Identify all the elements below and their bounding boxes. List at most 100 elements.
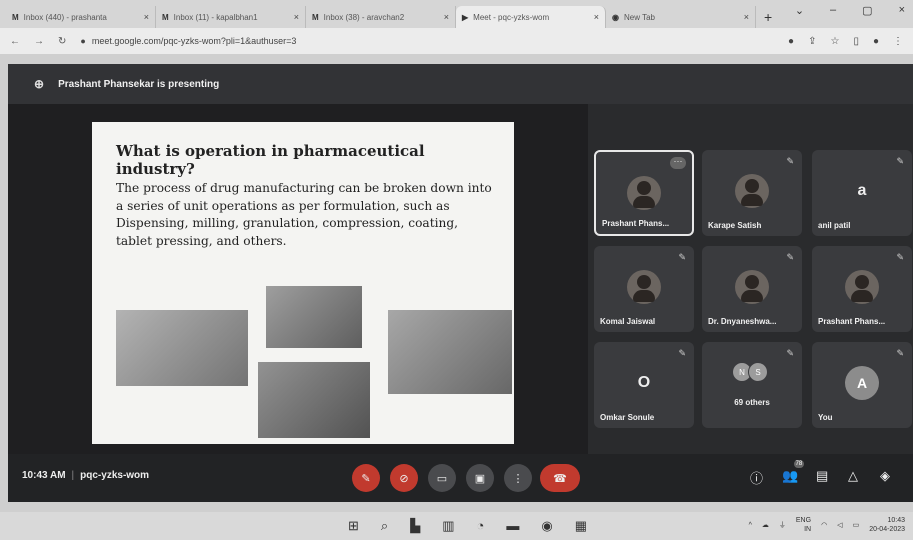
slide-image-tablets <box>266 286 362 348</box>
browser-tab[interactable]: M Inbox (11) - kapalbhan1 × <box>156 6 306 28</box>
wifi-icon[interactable]: ◠ <box>821 521 827 529</box>
maximize-button[interactable]: ▢ <box>862 4 872 17</box>
clock-date: 20-04-2023 <box>869 526 905 533</box>
slide-body: The process of drug manufacturing can be… <box>116 181 492 248</box>
slide-image-coating <box>258 362 370 438</box>
camera-toggle-button[interactable]: ⊘ <box>390 464 418 492</box>
clock-time: 10:43 <box>887 517 905 524</box>
cloud-icon[interactable]: ☁ <box>762 521 769 529</box>
participant-tile[interactable]: ✎ Dr. Dnyaneshwa... <box>702 246 802 332</box>
participant-name: Karape Satish <box>708 221 762 230</box>
participant-tile[interactable]: ✎ O Omkar Sonule <box>594 342 694 428</box>
captions-button[interactable]: ▭ <box>428 464 456 492</box>
side-panel-icon[interactable]: ▯ <box>853 36 859 47</box>
participant-tile[interactable]: ✎ a anil patil <box>812 150 912 236</box>
leave-call-button[interactable]: ☎ <box>540 464 580 492</box>
more-options-icon[interactable]: ··· <box>670 157 686 169</box>
avatar <box>627 176 661 210</box>
people-icon[interactable]: 👥 78 <box>782 460 805 484</box>
participant-tile[interactable]: ✎ Prashant Phans... <box>812 246 912 332</box>
mic-off-icon: ✎ <box>786 156 794 166</box>
close-tab-icon[interactable]: × <box>294 12 299 22</box>
os-taskbar: ⊞ ⌕ ▙ ▥ ◔ ▬ ◉ ▦ ^ ☁ ⏚ ENG IN ◠ ◁ ▭ 10:43 2… <box>0 512 913 540</box>
battery-icon[interactable]: ▭ <box>853 521 860 529</box>
others-tile[interactable]: ✎ N S 69 others <box>702 342 802 428</box>
mic-off-icon: ✎ <box>678 252 686 262</box>
meeting-code: pqc-yzks-wom <box>80 470 150 481</box>
meeting-time: 10:43 AM <box>22 470 66 481</box>
participant-name: Komal Jaiswal <box>600 317 656 326</box>
chat-icon[interactable]: ▤ <box>816 468 828 484</box>
back-icon[interactable]: ← <box>10 36 20 47</box>
tray-chevron-icon[interactable]: ^ <box>749 522 752 529</box>
browser-tab[interactable]: ◉ New Tab × <box>606 6 756 28</box>
mic-toggle-button[interactable]: ✎ <box>352 464 380 492</box>
camera-icon[interactable]: ● <box>788 36 794 47</box>
chrome-icon: ◉ <box>612 12 619 22</box>
separator: | <box>71 470 75 481</box>
tab-title: Inbox (440) - prashanta <box>23 12 107 22</box>
task-view-icon[interactable]: ▙ <box>410 518 420 534</box>
avatar <box>845 270 879 304</box>
gmail-icon: M <box>162 12 169 22</box>
taskbar-apps: ⊞ ⌕ ▙ ▥ ◔ ▬ ◉ ▦ <box>348 518 587 534</box>
usb-icon[interactable]: ⏚ <box>779 520 786 530</box>
search-icon[interactable]: ⌕ <box>381 518 388 534</box>
presenter-text: Prashant Phansekar is presenting <box>58 78 220 90</box>
close-window-button[interactable]: × <box>899 4 905 17</box>
participant-name: You <box>818 413 833 422</box>
new-tab-button[interactable]: + <box>764 6 772 28</box>
start-menu-icon[interactable]: ⊞ <box>348 518 359 534</box>
participant-name: Prashant Phans... <box>602 219 670 228</box>
avatar: S <box>748 362 768 382</box>
avatar: O <box>637 374 651 391</box>
more-options-button[interactable]: ⋮ <box>504 464 532 492</box>
window-controls: ⌄ – ▢ × <box>795 4 905 17</box>
share-icon[interactable]: ⇪ <box>808 36 816 47</box>
widgets-icon[interactable]: ▥ <box>442 518 454 534</box>
address-bar-icons: ● ⇪ ☆ ▯ ● ⋮ <box>788 36 903 47</box>
volume-icon[interactable]: ◁ <box>837 521 842 529</box>
lock-icon[interactable]: ● <box>80 36 85 46</box>
close-tab-icon[interactable]: × <box>594 12 599 22</box>
close-tab-icon[interactable]: × <box>444 12 449 22</box>
more-vert-icon: ⋮ <box>512 472 524 485</box>
host-controls-icon[interactable]: ◈ <box>880 468 890 484</box>
present-button[interactable]: ▣ <box>466 464 494 492</box>
browser-tab[interactable]: M Inbox (38) - aravchan2 × <box>306 6 456 28</box>
self-tile[interactable]: ✎ A You <box>812 342 912 428</box>
reload-icon[interactable]: ↻ <box>58 36 66 47</box>
browser-tab-meet[interactable]: ▶ Meet - pqc-yzks-wom × <box>456 6 606 28</box>
chrome-icon[interactable]: ◉ <box>541 518 552 534</box>
presenting-icon: ⊕ <box>34 77 45 91</box>
file-explorer-icon[interactable]: ▬ <box>506 518 519 534</box>
info-icon[interactable]: ⓘ <box>750 468 763 487</box>
profile-icon[interactable]: ● <box>873 36 879 47</box>
bookmark-star-icon[interactable]: ☆ <box>830 36 839 47</box>
tab-search-icon[interactable]: ⌄ <box>795 4 804 17</box>
participant-tile[interactable]: ✎ Komal Jaiswal <box>594 246 694 332</box>
minimize-button[interactable]: – <box>830 4 836 17</box>
chat-app-icon[interactable]: ◔ <box>476 518 484 534</box>
close-tab-icon[interactable]: × <box>744 12 749 22</box>
presentation-stage: What is operation in pharmaceutical indu… <box>8 104 588 454</box>
hang-up-icon: ☎ <box>553 472 567 485</box>
forward-icon[interactable]: → <box>34 36 44 47</box>
language-indicator[interactable]: ENG IN <box>796 516 811 534</box>
mic-off-icon: ✎ <box>678 348 686 358</box>
url-field[interactable]: ● meet.google.com/pqc-yzks-wom?pli=1&auth… <box>80 36 774 46</box>
participant-tile[interactable]: ··· Prashant Phans... <box>594 150 694 236</box>
activities-icon[interactable]: △ <box>848 468 858 484</box>
close-tab-icon[interactable]: × <box>144 12 149 22</box>
participant-tile[interactable]: ✎ Karape Satish <box>702 150 802 236</box>
gmail-icon: M <box>12 12 19 22</box>
others-avatars: N S <box>732 362 768 382</box>
taskbar-clock[interactable]: 10:43 20-04-2023 <box>869 516 905 534</box>
menu-icon[interactable]: ⋮ <box>893 36 903 47</box>
app-icon[interactable]: ▦ <box>575 518 587 534</box>
avatar <box>735 270 769 304</box>
captions-icon: ▭ <box>436 472 448 485</box>
meet-window: ⊕ Prashant Phansekar is presenting What … <box>8 64 913 502</box>
slide-title: What is operation in pharmaceutical indu… <box>116 142 425 178</box>
browser-tab[interactable]: M Inbox (440) - prashanta × <box>6 6 156 28</box>
